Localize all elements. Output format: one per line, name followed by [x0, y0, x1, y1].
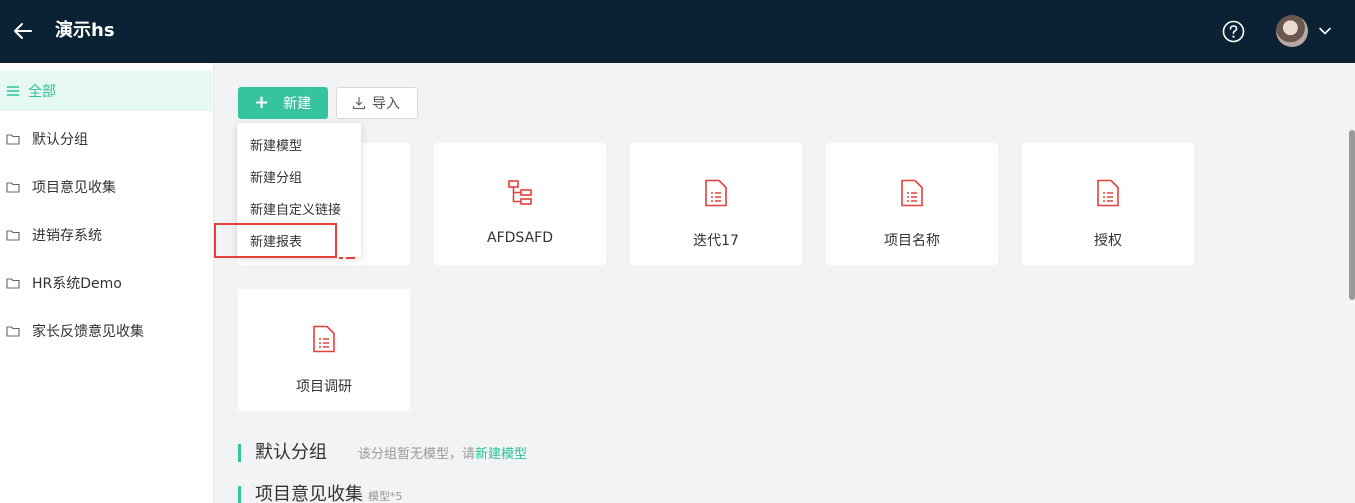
sidebar-item-label: HR系统Demo	[32, 276, 122, 292]
menu-item-new-custom-link[interactable]: 新建自定义链接	[250, 199, 341, 218]
sidebar-item-all[interactable]: 全部	[0, 71, 212, 111]
section-empty-hint: 该分组暂无模型，请新建模型	[358, 443, 527, 462]
import-button-label: 导入	[372, 96, 400, 112]
sidebar-item-label: 进销存系统	[32, 228, 102, 244]
sidebar-item-hr-demo[interactable]: HR系统Demo	[0, 263, 212, 303]
folder-icon	[6, 326, 20, 337]
document-icon	[1097, 179, 1119, 207]
page-scrollbar-thumb[interactable]	[1349, 130, 1355, 300]
menu-item-new-model[interactable]: 新建模型	[250, 135, 302, 154]
document-icon	[901, 179, 923, 207]
model-card-name: 项目调研	[296, 379, 352, 395]
arrow-left-icon[interactable]	[12, 20, 34, 42]
section-accent-bar	[238, 486, 241, 503]
new-model-link[interactable]: 新建模型	[475, 447, 527, 462]
new-button-label: 新建	[283, 96, 312, 112]
menu-item-new-group[interactable]: 新建分组	[250, 167, 302, 186]
highlight-mark	[346, 257, 355, 259]
sidebar-item-label: 全部	[28, 84, 56, 100]
model-card[interactable]: 项目调研	[238, 289, 410, 411]
top-bar: 演示hs	[0, 0, 1355, 63]
model-card[interactable]: 项目名称	[826, 143, 998, 265]
plus-icon: +	[254, 92, 270, 113]
section-accent-bar	[238, 444, 241, 462]
model-card-name: 授权	[1094, 233, 1122, 249]
model-card[interactable]: 迭代17	[630, 143, 802, 265]
user-avatar[interactable]	[1276, 15, 1308, 47]
sidebar-item-default-group[interactable]: 默认分组	[0, 119, 212, 159]
folder-icon	[6, 134, 20, 145]
section-feedback-collection: 项目意见收集 模型*5	[238, 485, 403, 503]
section-empty-hint-text: 该分组暂无模型，请	[358, 447, 476, 462]
highlight-mark	[339, 257, 343, 259]
model-card-name: 迭代17	[693, 233, 739, 249]
group-sidebar: 全部 默认分组 项目意见收集 进销存系统 HR系统Demo 家长反馈意见收集	[0, 63, 214, 503]
document-icon	[313, 325, 335, 353]
section-model-count: 模型*5	[368, 490, 403, 503]
folder-icon	[6, 230, 20, 241]
highlight-box	[214, 223, 337, 258]
chevron-down-icon[interactable]	[1318, 24, 1332, 38]
document-icon	[705, 179, 727, 207]
download-icon	[352, 97, 366, 110]
model-card-name: AFDSAFD	[487, 230, 553, 246]
model-card[interactable]: 授权	[1022, 143, 1194, 265]
question-circle-icon[interactable]	[1222, 20, 1245, 43]
sidebar-item-label: 项目意见收集	[32, 180, 116, 196]
sidebar-item-inventory-system[interactable]: 进销存系统	[0, 215, 212, 255]
sidebar-item-label: 家长反馈意见收集	[32, 324, 144, 340]
section-title: 项目意见收集	[255, 484, 363, 503]
tree-structure-icon	[508, 180, 532, 205]
folder-icon	[6, 278, 20, 289]
app-title: 演示hs	[55, 20, 115, 41]
model-card-name: 项目名称	[884, 233, 940, 249]
section-title: 默认分组	[255, 442, 327, 463]
new-button[interactable]: + 新建	[238, 87, 328, 119]
sidebar-item-parent-feedback[interactable]: 家长反馈意见收集	[0, 311, 212, 351]
import-button[interactable]: 导入	[336, 87, 418, 119]
model-card[interactable]: AFDSAFD	[434, 143, 606, 265]
list-icon	[7, 86, 19, 96]
sidebar-item-feedback-collection[interactable]: 项目意见收集	[0, 167, 212, 207]
section-default-group: 默认分组 该分组暂无模型，请新建模型	[238, 443, 527, 463]
folder-icon	[6, 182, 20, 193]
sidebar-item-label: 默认分组	[32, 132, 88, 148]
